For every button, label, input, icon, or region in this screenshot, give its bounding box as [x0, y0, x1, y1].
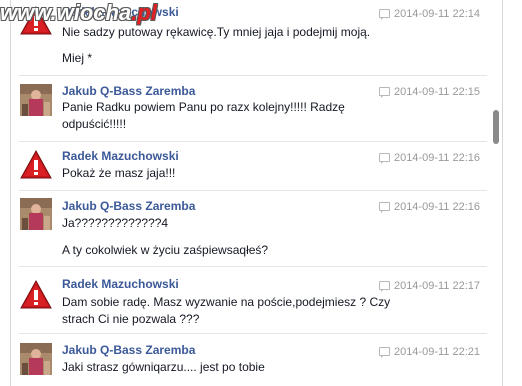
message-author[interactable]: Radek Mazuchowski — [62, 277, 179, 291]
message-line: Pokaż że masz jaja!!! — [62, 166, 176, 180]
chat-conversation: Radek Mazuchowski 2014-09-11 22:14 Nie s… — [10, 0, 503, 386]
warning-icon[interactable] — [20, 149, 52, 181]
warning-icon[interactable] — [20, 279, 52, 311]
user-avatar[interactable] — [20, 343, 52, 375]
message-line: Ja?????????????4 — [62, 216, 169, 230]
message-author[interactable]: Radek Mazuchowski — [62, 149, 179, 163]
divider — [19, 190, 487, 191]
divider — [19, 141, 487, 142]
watermark-logo: www.wiocha.pl — [0, 0, 157, 25]
message-timestamp: 2014-09-11 22:17 — [378, 280, 480, 292]
message-author[interactable]: Jakub Q-Bass Zaremba — [62, 343, 195, 357]
chat-bubble-icon — [378, 281, 390, 292]
scrollbar-thumb[interactable] — [493, 110, 499, 144]
message-timestamp: 2014-09-11 22:16 — [378, 152, 480, 164]
user-avatar[interactable] — [20, 84, 52, 116]
user-avatar[interactable] — [20, 198, 52, 230]
scrollbar[interactable] — [490, 0, 502, 386]
message-line: A ty cokolwiek w życiu zaśpiewsaqłeś? — [62, 243, 269, 257]
message-author[interactable]: Jakub Q-Bass Zaremba — [62, 84, 195, 98]
divider — [19, 266, 487, 267]
message-line: Panie Radku powiem Panu po razx kolejny!… — [62, 100, 345, 114]
message-timestamp: 2014-09-11 22:15 — [378, 86, 480, 98]
chat-bubble-icon — [378, 87, 390, 98]
chat-bubble-icon — [378, 202, 390, 213]
message-timestamp: 2014-09-11 22:14 — [378, 8, 480, 20]
message-author[interactable]: Jakub Q-Bass Zaremba — [62, 199, 195, 213]
message-timestamp: 2014-09-11 22:21 — [378, 346, 480, 358]
chat-bubble-icon — [378, 153, 390, 164]
message-line: strach Ci nie pozwala ??? — [62, 312, 200, 326]
message-timestamp: 2014-09-11 22:16 — [378, 201, 480, 213]
message-line: odpuścić!!!!! — [62, 117, 127, 131]
chat-bubble-icon — [378, 347, 390, 358]
message-line: Jaki strasz gówniqarzu.... jest po tobie — [62, 360, 265, 374]
chat-bubble-icon — [378, 9, 390, 20]
message-line: Dam sobie radę. Masz wyzwanie na poście,… — [62, 295, 391, 309]
message-line: Miej * — [62, 51, 93, 65]
divider — [19, 333, 487, 334]
divider — [19, 75, 487, 76]
